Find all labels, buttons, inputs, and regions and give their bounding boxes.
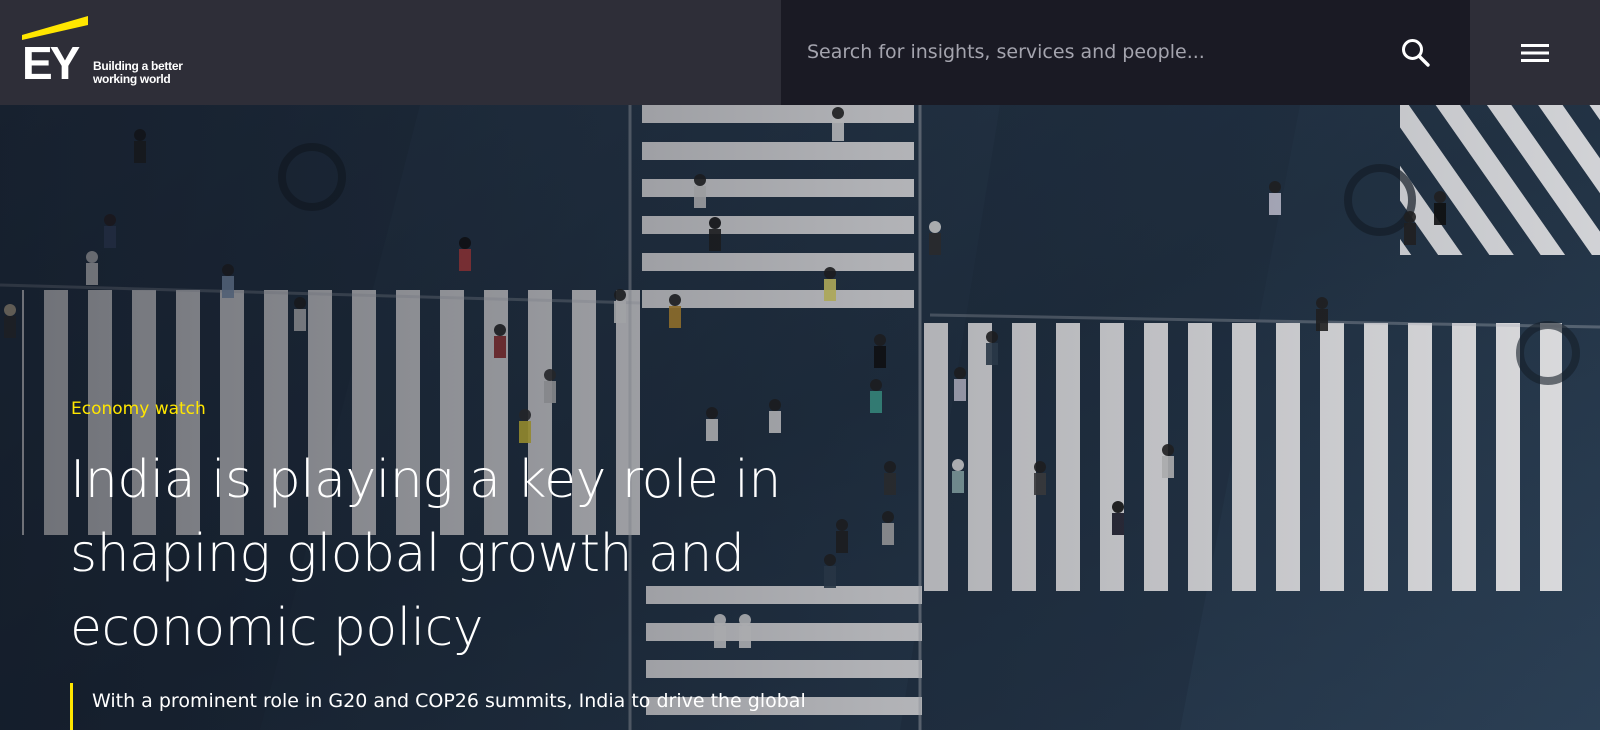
search-button[interactable] — [1393, 30, 1439, 76]
hero-summary: With a prominent role in G20 and COP26 s… — [70, 683, 806, 730]
hero-banner: Economy watch India is playing a key rol… — [0, 105, 1600, 730]
search-icon — [1402, 39, 1430, 67]
hero-eyebrow-link[interactable]: Economy watch — [71, 399, 206, 419]
hero-summary-text: With a prominent role in G20 and COP26 s… — [92, 690, 806, 712]
hero-headline: India is playing a key role in shaping g… — [70, 450, 781, 658]
hamburger-menu-icon — [1521, 43, 1549, 62]
logo-wordmark: EY — [22, 37, 80, 89]
search-bar — [781, 0, 1470, 105]
site-header: EY Building a better working world — [0, 0, 1600, 105]
ey-logo[interactable]: EY Building a better working world — [22, 16, 183, 89]
search-input[interactable] — [807, 30, 1397, 74]
menu-button[interactable] — [1470, 0, 1600, 105]
logo-tagline: Building a better working world — [93, 59, 183, 86]
